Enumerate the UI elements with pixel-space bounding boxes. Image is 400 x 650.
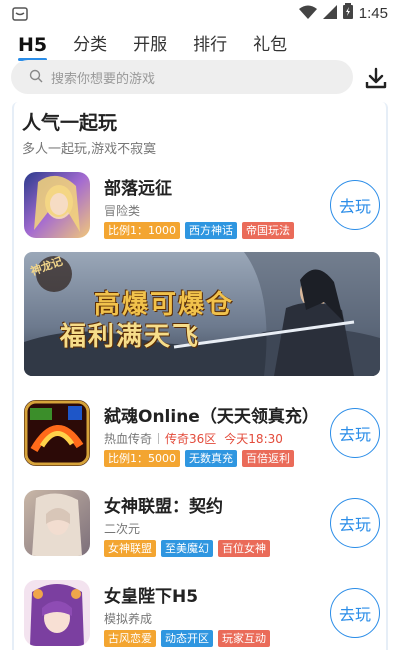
game-name: 弑魂Online（天天领真充） [104,407,319,427]
game-category: 模拟养成 [104,612,153,626]
signal-icon [322,4,337,23]
battery-icon [342,3,353,23]
download-icon[interactable] [364,66,388,90]
tag: 古风恋爱 [104,630,156,647]
play-button[interactable]: 去玩 [330,408,380,458]
tag: 比例1：5000 [104,450,180,467]
game-item[interactable]: 弑魂Online（天天领真充） 热血传奇 传奇36区 今天18:30 比例1：5… [14,400,390,474]
tab-ranking[interactable]: 排行 [193,32,227,58]
tag: 至美魔幻 [161,540,213,557]
promo-banner[interactable]: 神龙记 高爆可爆仓 福利满天飞 [24,252,380,376]
play-button[interactable]: 去玩 [330,588,380,638]
tab-gift[interactable]: 礼包 [253,32,287,58]
status-time: 1:45 [358,4,388,22]
tag: 无数真充 [185,450,237,467]
section-title: 人气一起玩 [22,112,118,135]
server-name: 传奇36区 [165,432,217,446]
notification-icon [12,6,30,21]
game-list-section: 人气一起玩 多人一起玩,游戏不寂寞 部落远征 冒险类 比例1：1000 西方神话… [12,102,388,650]
game-name: 女神联盟：契约 [104,497,223,517]
banner-slogan-2: 福利满天飞 [60,322,201,352]
tag: 动态开区 [161,630,213,647]
game-item[interactable]: 部落远征 冒险类 比例1：1000 西方神话 帝国玩法 去玩 [14,172,390,246]
tag: 西方神话 [185,222,237,239]
wifi-icon [298,4,317,23]
tag-list: 女神联盟 至美魔幻 百位女神 [104,540,270,557]
game-category: 二次元 [104,522,141,536]
game-name: 部落远征 [104,179,172,199]
search-icon [29,68,43,87]
tag: 百位女神 [218,540,270,557]
status-bar: 1:45 [0,0,400,26]
game-item[interactable]: 女皇陛下H5 模拟养成 古风恋爱 动态开区 玩家互动 去玩 [14,580,390,650]
game-icon[interactable] [24,172,90,238]
game-meta: 热血传奇 传奇36区 今天18:30 [104,430,291,447]
search-input[interactable]: 搜索你想要的游戏 [11,60,353,94]
tab-server[interactable]: 开服 [133,32,167,58]
search-row: 搜索你想要的游戏 [0,60,400,96]
top-tabs: H5 分类 开服 排行 礼包 [0,28,400,61]
tag-list: 古风恋爱 动态开区 玩家互动 [104,630,270,647]
game-category: 热血传奇 [104,432,153,446]
tag: 女神联盟 [104,540,156,557]
server-time: 今天18:30 [224,432,283,446]
game-icon[interactable] [24,580,90,646]
tag-list: 比例1：1000 西方神话 帝国玩法 [104,222,294,239]
play-button[interactable]: 去玩 [330,498,380,548]
play-button[interactable]: 去玩 [330,180,380,230]
tag: 玩家互动 [218,630,270,647]
game-category: 冒险类 [104,204,141,218]
game-icon[interactable] [24,400,90,466]
tag: 比例1：1000 [104,222,180,239]
game-name: 女皇陛下H5 [104,587,199,607]
search-placeholder: 搜索你想要的游戏 [51,71,156,87]
tag: 百倍返利 [242,450,294,467]
tab-category[interactable]: 分类 [73,32,107,58]
game-item[interactable]: 女神联盟：契约 二次元 女神联盟 至美魔幻 百位女神 去玩 [14,490,390,564]
tag-list: 比例1：5000 无数真充 百倍返利 [104,450,294,467]
section-subtitle: 多人一起玩,游戏不寂寞 [22,142,157,157]
game-icon[interactable] [24,490,90,556]
tab-h5[interactable]: H5 [18,32,48,61]
tag: 帝国玩法 [242,222,294,239]
